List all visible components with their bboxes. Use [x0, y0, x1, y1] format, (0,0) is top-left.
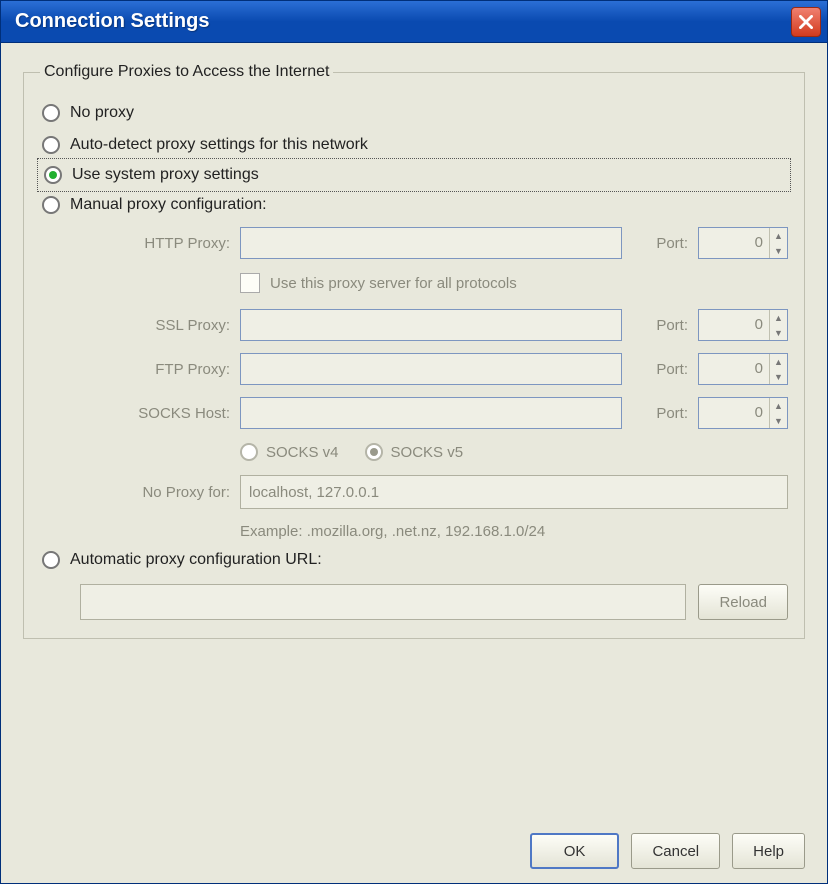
- noproxy-example: Example: .mozilla.org, .net.nz, 192.168.…: [240, 521, 788, 540]
- spinner-buttons: ▲ ▼: [769, 310, 787, 340]
- ok-button[interactable]: OK: [530, 833, 620, 869]
- radio-use-system[interactable]: Use system proxy settings: [40, 161, 788, 189]
- ftp-proxy-input[interactable]: [240, 353, 622, 385]
- radio-icon: [42, 104, 60, 122]
- spinner-up-icon[interactable]: ▲: [770, 354, 787, 369]
- radio-manual[interactable]: Manual proxy configuration:: [40, 189, 788, 221]
- socks-v5-label: SOCKS v5: [391, 444, 464, 461]
- spinner-up-icon[interactable]: ▲: [770, 310, 787, 325]
- dialog-content: Configure Proxies to Access the Internet…: [1, 43, 827, 883]
- pac-row: Reload: [80, 584, 788, 620]
- http-port-spinner[interactable]: 0 ▲ ▼: [698, 227, 788, 259]
- spinner-down-icon[interactable]: ▼: [770, 325, 787, 340]
- radio-icon: [240, 443, 258, 461]
- ssl-port-value: 0: [699, 310, 769, 340]
- radio-icon: [365, 443, 383, 461]
- radio-icon: [42, 551, 60, 569]
- ftp-port-label: Port:: [632, 361, 688, 378]
- ssl-port-label: Port:: [632, 317, 688, 334]
- ftp-port-spinner[interactable]: 0 ▲ ▼: [698, 353, 788, 385]
- radio-label: No proxy: [70, 104, 134, 122]
- radio-no-proxy[interactable]: No proxy: [40, 97, 788, 129]
- ssl-proxy-label: SSL Proxy:: [80, 317, 230, 334]
- spinner-buttons: ▲ ▼: [769, 228, 787, 258]
- socks-host-input[interactable]: [240, 397, 622, 429]
- spinner-up-icon[interactable]: ▲: [770, 398, 787, 413]
- cancel-button[interactable]: Cancel: [631, 833, 720, 869]
- radio-label: Automatic proxy configuration URL:: [70, 551, 322, 569]
- spinner-down-icon[interactable]: ▼: [770, 413, 787, 428]
- proxy-groupbox: Configure Proxies to Access the Internet…: [23, 63, 805, 639]
- spinner-up-icon[interactable]: ▲: [770, 228, 787, 243]
- spinner-buttons: ▲ ▼: [769, 354, 787, 384]
- spinner-down-icon[interactable]: ▼: [770, 369, 787, 384]
- use-all-proxy-row[interactable]: Use this proxy server for all protocols: [240, 271, 788, 297]
- titlebar: Connection Settings: [1, 1, 827, 43]
- radio-socks-v5[interactable]: SOCKS v5: [365, 443, 464, 461]
- ftp-proxy-label: FTP Proxy:: [80, 361, 230, 378]
- http-port-value: 0: [699, 228, 769, 258]
- manual-proxy-grid: HTTP Proxy: Port: 0 ▲ ▼ Use this proxy s…: [80, 227, 788, 540]
- socks-version-row: SOCKS v4 SOCKS v5: [240, 441, 788, 463]
- pac-url-input[interactable]: [80, 584, 686, 620]
- radio-icon: [42, 196, 60, 214]
- noproxy-input[interactable]: [240, 475, 788, 509]
- http-port-label: Port:: [632, 235, 688, 252]
- socks-port-spinner[interactable]: 0 ▲ ▼: [698, 397, 788, 429]
- dialog-button-row: OK Cancel Help: [23, 815, 805, 869]
- radio-label: Use system proxy settings: [72, 166, 259, 184]
- close-icon: [799, 15, 813, 29]
- http-proxy-input[interactable]: [240, 227, 622, 259]
- ftp-port-value: 0: [699, 354, 769, 384]
- use-all-label: Use this proxy server for all protocols: [270, 275, 517, 292]
- spinner-down-icon[interactable]: ▼: [770, 243, 787, 258]
- use-all-checkbox[interactable]: [240, 273, 260, 293]
- radio-label: Auto-detect proxy settings for this netw…: [70, 136, 368, 154]
- noproxy-label: No Proxy for:: [80, 484, 230, 501]
- ssl-port-spinner[interactable]: 0 ▲ ▼: [698, 309, 788, 341]
- spinner-buttons: ▲ ▼: [769, 398, 787, 428]
- connection-settings-window: Connection Settings Configure Proxies to…: [0, 0, 828, 884]
- reload-button[interactable]: Reload: [698, 584, 788, 620]
- radio-icon: [44, 166, 62, 184]
- socks-host-label: SOCKS Host:: [80, 405, 230, 422]
- radio-socks-v4[interactable]: SOCKS v4: [240, 443, 339, 461]
- ssl-proxy-input[interactable]: [240, 309, 622, 341]
- radio-icon: [42, 136, 60, 154]
- window-title: Connection Settings: [15, 10, 209, 33]
- socks-port-label: Port:: [632, 405, 688, 422]
- close-button[interactable]: [791, 7, 821, 37]
- socks-port-value: 0: [699, 398, 769, 428]
- radio-label: Manual proxy configuration:: [70, 196, 267, 214]
- help-button[interactable]: Help: [732, 833, 805, 869]
- radio-auto-detect[interactable]: Auto-detect proxy settings for this netw…: [40, 129, 788, 161]
- http-proxy-label: HTTP Proxy:: [80, 235, 230, 252]
- radio-auto-url[interactable]: Automatic proxy configuration URL:: [40, 544, 788, 576]
- socks-v4-label: SOCKS v4: [266, 444, 339, 461]
- groupbox-legend: Configure Proxies to Access the Internet: [40, 63, 333, 81]
